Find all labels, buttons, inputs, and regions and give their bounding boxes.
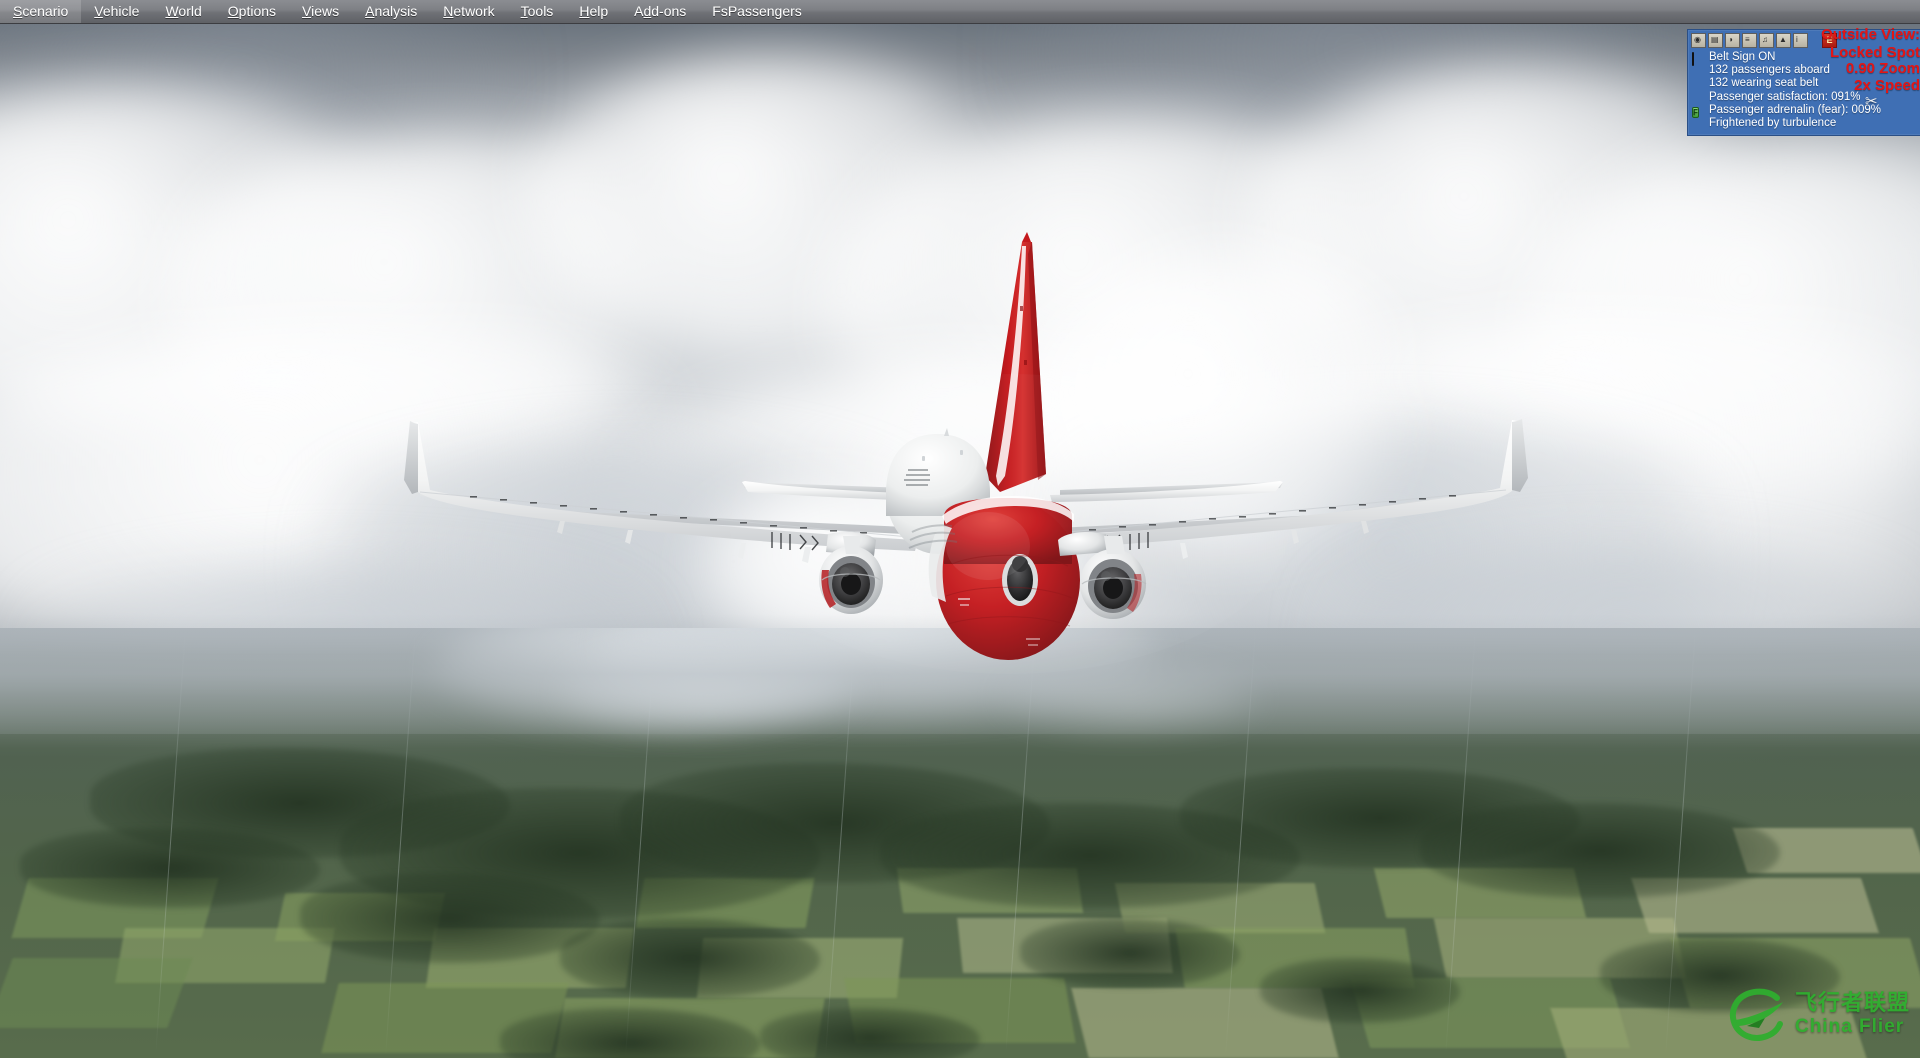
watermark-english: China Flier — [1794, 1016, 1905, 1037]
watermark: 飞行者联盟 China Flier — [1725, 982, 1910, 1046]
info-icon[interactable]: i — [1793, 33, 1808, 48]
fspassengers-panel[interactable]: ◉ ▤ ◑ ≡ ♫ ▲ i E Belt Sign ON 132 passeng… — [1687, 29, 1920, 136]
menu-item-vehicle[interactable]: Vehicle — [81, 0, 152, 23]
menu-item-help[interactable]: Help — [566, 0, 621, 23]
menu-label: Tools — [520, 3, 554, 19]
status-text: Belt Sign ON — [1709, 51, 1776, 63]
spacer-icon — [1692, 79, 1705, 88]
watermark-text: 飞行者联盟 China Flier — [1794, 990, 1910, 1037]
menu-item-views[interactable]: Views — [289, 0, 352, 23]
seatbelt-icon — [1692, 52, 1705, 67]
menu-label: World — [165, 3, 202, 19]
weather-icon[interactable]: ▲ — [1776, 33, 1791, 48]
menu-label: Scenario — [13, 3, 69, 19]
list-glyph: ≡ — [1745, 35, 1750, 44]
menu-item-fspassengers[interactable]: FsPassengers — [699, 0, 814, 23]
status-text: Frightened by turbulence — [1709, 116, 1837, 129]
status-line-passengers-aboard: 132 passengers aboard — [1692, 64, 1882, 77]
menu-label: FsPassengers — [712, 3, 802, 19]
menu-label: Views — [302, 3, 340, 19]
china-flier-logo-icon — [1725, 982, 1789, 1046]
flight-simulator-window: Scenario Vehicle World Options Views Ana… — [0, 0, 1920, 1058]
status-text: 132 wearing seat belt — [1709, 77, 1819, 90]
menu-item-add-ons[interactable]: Add-ons — [621, 0, 699, 23]
mouse-cursor-icon: ✂ — [1865, 93, 1878, 110]
menu-label: Vehicle — [94, 3, 140, 19]
menu-item-options[interactable]: Options — [215, 0, 289, 23]
menu-bar: Scenario Vehicle World Options Views Ana… — [0, 0, 1920, 24]
menu-item-analysis[interactable]: Analysis — [352, 0, 430, 23]
camera-glyph: ◉ — [1694, 35, 1701, 44]
fspassengers-status-lines: Belt Sign ON 132 passengers aboard 132 w… — [1692, 51, 1882, 130]
watermark-chinese: 飞行者联盟 — [1794, 990, 1910, 1015]
list-icon[interactable]: ≡ — [1742, 33, 1757, 48]
status-line-turbulence: Frightened by turbulence — [1692, 117, 1882, 130]
spacer-icon — [1692, 119, 1705, 128]
menu-label: Help — [579, 3, 609, 19]
book-glyph: ▤ — [1711, 35, 1719, 44]
status-line-adrenalin: F Passenger adrenalin (fear): 009% — [1692, 103, 1882, 118]
status-line-satisfaction: Passenger satisfaction: 091% — [1692, 91, 1882, 104]
spacer-icon — [1692, 93, 1705, 102]
camera-icon[interactable]: ◉ — [1691, 33, 1706, 48]
music-glyph: ♫ — [1762, 35, 1768, 44]
book-icon[interactable]: ▤ — [1708, 33, 1723, 48]
weather-glyph: ▲ — [1779, 35, 1787, 44]
aircraft-boeing-737 — [0, 24, 1920, 1058]
simulator-viewport[interactable] — [0, 24, 1920, 1058]
menu-item-world[interactable]: World — [152, 0, 214, 23]
briefing-icon[interactable]: ◑ — [1725, 33, 1740, 48]
music-icon[interactable]: ♫ — [1759, 33, 1774, 48]
status-text: Passenger adrenalin (fear): 009% — [1709, 103, 1881, 116]
emergency-icon[interactable]: E — [1822, 33, 1837, 48]
menu-item-tools[interactable]: Tools — [508, 0, 567, 23]
menu-label: Add-ons — [634, 3, 687, 19]
fspassengers-toolbar: ◉ ▤ ◑ ≡ ♫ ▲ i E — [1691, 33, 1837, 48]
status-text: 132 passengers aboard — [1709, 64, 1830, 77]
info-glyph: i — [1796, 35, 1798, 44]
briefing-glyph: ◑ — [1728, 35, 1733, 44]
menu-item-network[interactable]: Network — [430, 0, 507, 23]
status-line-seatbelts-worn: 132 wearing seat belt — [1692, 77, 1882, 90]
status-text: Passenger satisfaction: 091% — [1709, 90, 1861, 103]
status-line-belt-sign: Belt Sign ON — [1692, 51, 1882, 67]
menu-item-scenario[interactable]: Scenario — [0, 0, 82, 23]
spacer-icon — [1692, 66, 1705, 75]
fear-icon: F — [1692, 106, 1699, 118]
menu-label: Options — [227, 3, 277, 19]
menu-label: Network — [443, 3, 495, 19]
menu-label: Analysis — [365, 3, 418, 19]
